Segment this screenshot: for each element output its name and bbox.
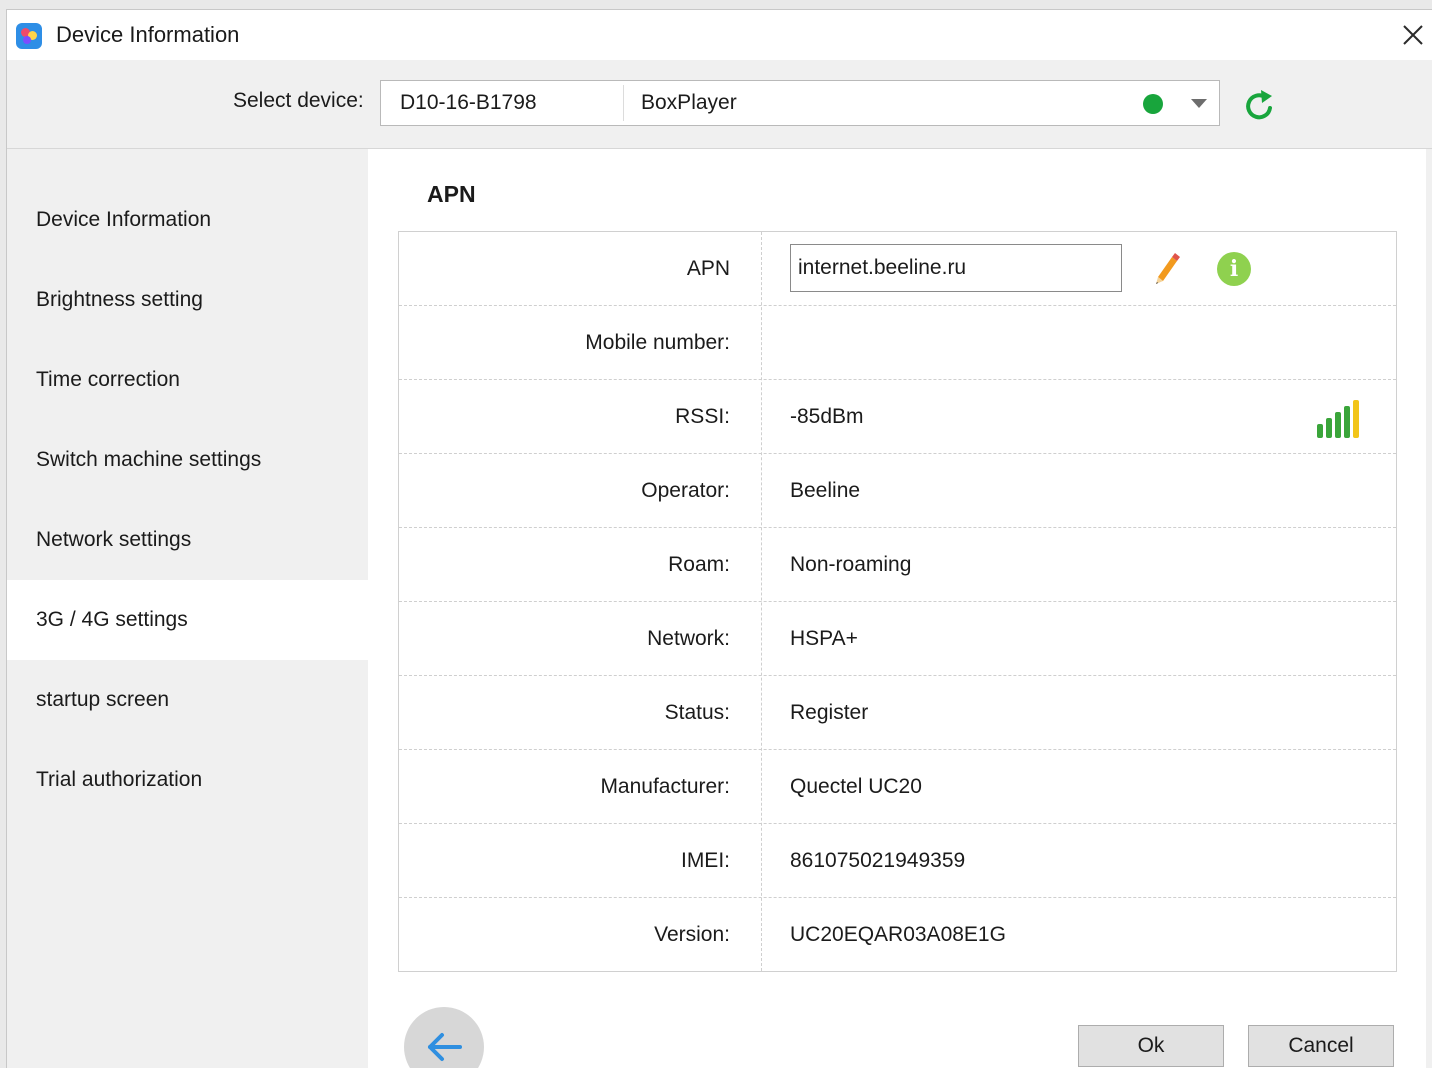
table-row-apn: APN i <box>399 232 1396 306</box>
sidebar-item-3g-4g-settings[interactable]: 3G / 4G settings <box>7 580 368 660</box>
table-row: Network: HSPA+ <box>399 602 1396 676</box>
sidebar-item-brightness-setting[interactable]: Brightness setting <box>7 260 368 340</box>
refresh-icon[interactable] <box>1239 86 1279 126</box>
sidebar-item-label: startup screen <box>36 688 170 711</box>
manufacturer-label: Manufacturer: <box>600 775 730 798</box>
info-icon[interactable]: i <box>1217 252 1251 286</box>
sidebar-item-time-correction[interactable]: Time correction <box>7 340 368 420</box>
table-row: Operator: Beeline <box>399 454 1396 528</box>
pencil-edit-icon[interactable] <box>1150 250 1180 286</box>
network-label: Network: <box>647 627 730 650</box>
app-icon <box>16 23 42 49</box>
section-title: APN <box>427 181 476 207</box>
device-selection-bar: Select device: D10-16-B1798 BoxPlayer <box>7 60 1432 149</box>
cancel-button[interactable]: Cancel <box>1248 1025 1394 1067</box>
sidebar-item-label: Device Information <box>36 208 212 231</box>
rssi-label: RSSI: <box>675 405 730 428</box>
network-value: HSPA+ <box>790 627 858 650</box>
title-bar: Device Information <box>7 10 1432 60</box>
sidebar-item-startup-screen[interactable]: startup screen <box>7 660 368 740</box>
imei-label: IMEI: <box>680 849 730 872</box>
table-row: Status: Register <box>399 676 1396 750</box>
sidebar-item-device-information[interactable]: Device Information <box>7 180 368 260</box>
sidebar-item-label: Switch machine settings <box>36 448 262 471</box>
rssi-value: -85dBm <box>790 405 864 428</box>
imei-value: 861075021949359 <box>790 849 966 872</box>
network-info-table: APN i Mobile number: RSSI: -85dBm <box>398 231 1397 972</box>
back-button[interactable] <box>404 1007 484 1068</box>
apn-input[interactable] <box>790 244 1122 292</box>
status-label: Status: <box>664 701 730 724</box>
online-status-icon <box>1143 94 1163 114</box>
table-row: Mobile number: <box>399 306 1396 380</box>
sidebar-item-label: 3G / 4G settings <box>36 608 188 631</box>
close-icon[interactable] <box>1398 20 1428 50</box>
table-row: Roam: Non-roaming <box>399 528 1396 602</box>
sidebar-item-trial-authorization[interactable]: Trial authorization <box>7 740 368 820</box>
device-id: D10-16-B1798 <box>400 91 537 114</box>
table-row: Version: UC20EQAR03A08E1G <box>399 898 1396 972</box>
device-information-window: Device Information Select device: D10-16… <box>6 9 1432 1068</box>
arrow-left-icon <box>428 1033 462 1061</box>
select-device-label: Select device: <box>233 89 364 112</box>
operator-value: Beeline <box>790 479 861 502</box>
chevron-down-icon[interactable] <box>1191 99 1207 108</box>
window-edge <box>1426 149 1432 1068</box>
manufacturer-value: Quectel UC20 <box>790 775 922 798</box>
sidebar-item-label: Time correction <box>36 368 180 391</box>
table-row: IMEI: 861075021949359 <box>399 824 1396 898</box>
sidebar-item-switch-machine-settings[interactable]: Switch machine settings <box>7 420 368 500</box>
operator-label: Operator: <box>641 479 730 502</box>
sidebar-item-label: Brightness setting <box>36 288 203 311</box>
device-select-dropdown[interactable]: D10-16-B1798 BoxPlayer <box>380 80 1220 126</box>
ok-button[interactable]: Ok <box>1078 1025 1224 1067</box>
roam-label: Roam: <box>668 553 730 576</box>
status-value: Register <box>790 701 869 724</box>
sidebar-item-label: Network settings <box>36 528 192 551</box>
version-value: UC20EQAR03A08E1G <box>790 923 1006 946</box>
table-row: RSSI: -85dBm <box>399 380 1396 454</box>
mobile-number-label: Mobile number: <box>585 331 730 354</box>
roam-value: Non-roaming <box>790 553 912 576</box>
sidebar-item-network-settings[interactable]: Network settings <box>7 500 368 580</box>
settings-content-panel: APN APN i Mobile number: RSSI: <box>368 149 1432 1068</box>
sidebar-item-label: Trial authorization <box>36 768 203 791</box>
table-row: Manufacturer: Quectel UC20 <box>399 750 1396 824</box>
dropdown-separator <box>623 85 624 121</box>
settings-sidebar: Device Information Brightness setting Ti… <box>7 149 368 1068</box>
apn-label: APN <box>686 257 730 280</box>
signal-strength-icon <box>1317 400 1359 438</box>
device-name: BoxPlayer <box>641 91 737 114</box>
window-title: Device Information <box>56 22 240 47</box>
version-label: Version: <box>654 923 730 946</box>
